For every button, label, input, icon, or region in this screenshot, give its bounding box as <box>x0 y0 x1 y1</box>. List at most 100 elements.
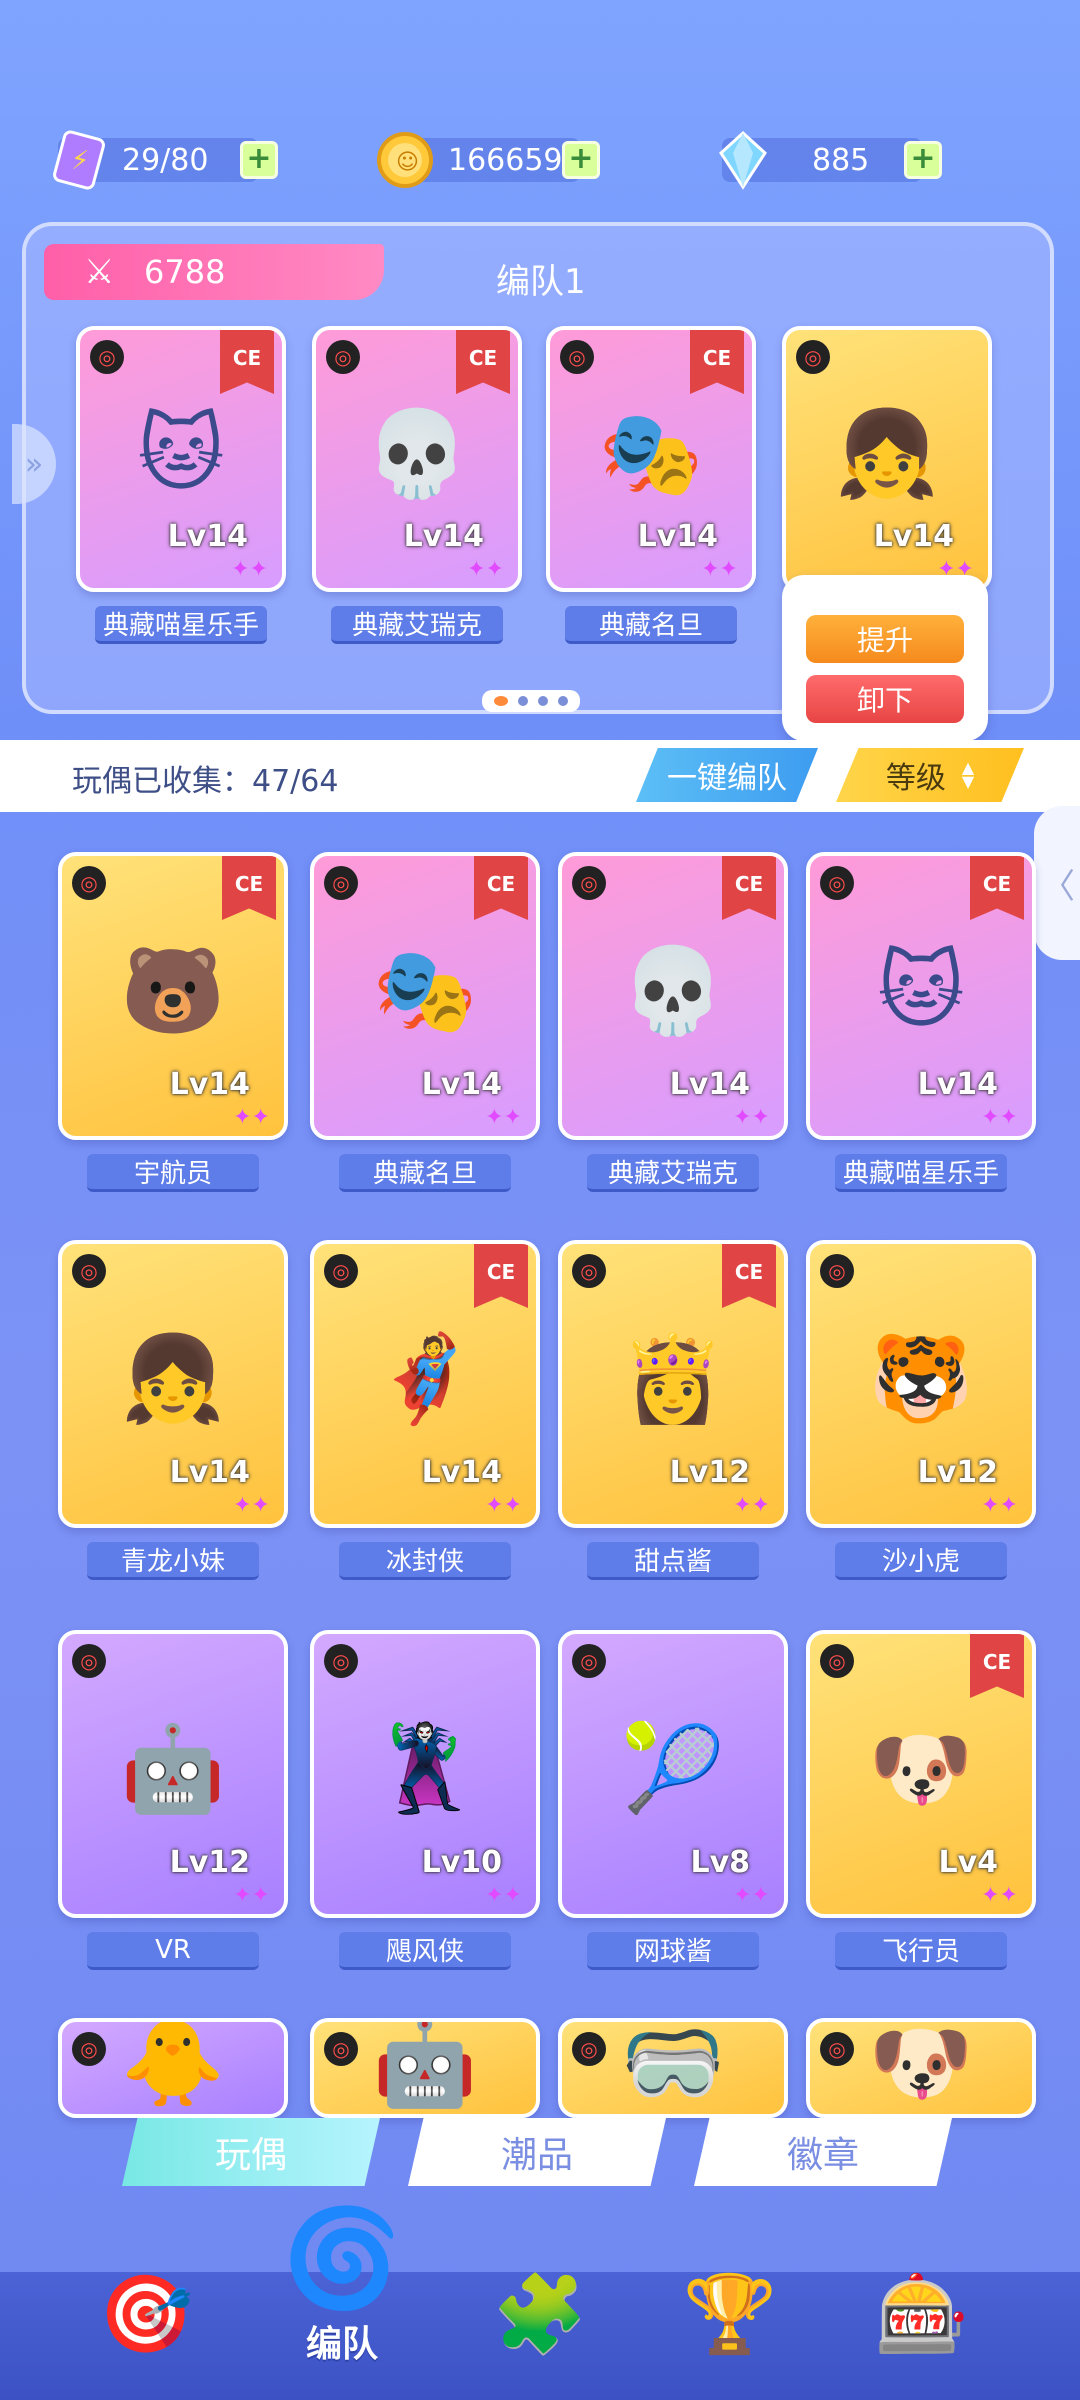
team-title: 编队1 <box>496 262 586 302</box>
trophy-icon[interactable]: 🏆 <box>670 2254 790 2374</box>
doll-name: 宇航员 <box>87 1154 259 1192</box>
doll-name: 青龙小妹 <box>87 1542 259 1580</box>
one-key-team-button[interactable]: 一键编队 <box>636 748 818 802</box>
star-rating-icon: ✦✦ <box>233 1105 270 1130</box>
element-icon: ◎ <box>324 1644 358 1678</box>
doll-level: Lv14 <box>403 519 484 554</box>
doll-card[interactable]: ◎ CE 🎭 Lv14 ✦✦ <box>310 852 540 1140</box>
unload-button[interactable]: 卸下 <box>806 675 964 723</box>
doll-level: Lv12 <box>669 1455 750 1490</box>
coin-pill: ☺ 166659 + <box>377 132 600 188</box>
element-icon: ◎ <box>820 2032 854 2066</box>
svg-text:☺: ☺ <box>396 150 419 175</box>
doll-card[interactable]: ◎ CE 🐶 Lv4 ✦✦ <box>806 1630 1036 1918</box>
team-power-value: 6788 <box>144 253 226 291</box>
nav-team[interactable]: 🌀 编队 <box>236 2202 448 2400</box>
doll-card[interactable]: ◎ 🤖 Lv12 ✦✦ <box>58 1630 288 1918</box>
mystery-icon[interactable]: 🎰 <box>862 2254 982 2374</box>
doll-name: 典藏喵星乐手 <box>835 1154 1007 1192</box>
collection-bar: 玩偶已收集：47/64 一键编队 等级 ▲ ▼ <box>0 740 1080 812</box>
doll-portrait: 🐱 <box>137 404 225 503</box>
ce-badge-icon: CE <box>220 330 274 394</box>
doll-portrait: 🐻 <box>120 940 226 1039</box>
doll-level: Lv14 <box>169 1067 250 1102</box>
star-rating-icon: ✦✦ <box>485 1105 522 1130</box>
doll-portrait: 🥽 <box>620 2018 726 2111</box>
dart-icon[interactable]: 🎯 <box>86 2254 206 2374</box>
doll-card[interactable]: ◎ 👧 Lv14 ✦✦ <box>58 1240 288 1528</box>
upgrade-button[interactable]: 提升 <box>806 615 964 663</box>
add-coin-button[interactable]: + <box>562 141 600 179</box>
doll-portrait: 👧 <box>120 1328 226 1427</box>
ce-badge-icon: CE <box>970 1634 1024 1698</box>
stamina-pill: ⚡ 29/80 + <box>53 130 278 190</box>
doll-card[interactable]: ◎ 🐥 <box>58 2018 288 2118</box>
bottom-nav: 🎯 🌀 编队 🧩 🏆 🎰 <box>0 2202 1080 2400</box>
element-icon: ◎ <box>572 2032 606 2066</box>
doll-card[interactable]: ◎ CE 🐱 Lv14 ✦✦ <box>76 326 286 592</box>
coin-icon: ☺ <box>374 129 436 191</box>
star-rating-icon: ✦✦ <box>485 1493 522 1518</box>
star-rating-icon: ✦✦ <box>981 1493 1018 1518</box>
stamina-resource: ⚡ 29/80 + <box>53 130 278 190</box>
doll-card[interactable]: ◎ 👧 Lv14 ✦✦ <box>782 326 992 592</box>
element-icon: ◎ <box>796 340 830 374</box>
doll-portrait: 🎭 <box>372 940 478 1039</box>
doll-level: Lv14 <box>873 519 954 554</box>
tab-badges[interactable]: 徽章 <box>694 2118 952 2186</box>
doll-card[interactable]: ◎ CE 👸 Lv12 ✦✦ <box>558 1240 788 1528</box>
add-stamina-button[interactable]: + <box>240 141 278 179</box>
add-gem-button[interactable]: + <box>904 141 942 179</box>
doll-name: VR <box>87 1932 259 1970</box>
element-icon: ◎ <box>72 866 106 900</box>
doll-portrait: 💀 <box>364 403 470 502</box>
collapse-right-icon[interactable]: 〈 <box>1034 806 1080 960</box>
coin-resource: ☺ 166659 + <box>377 130 600 190</box>
doll-portrait: 👸 <box>620 1328 726 1427</box>
star-rating-icon: ✦✦ <box>733 1493 770 1518</box>
doll-card[interactable]: ◎ CE 🦸 Lv14 ✦✦ <box>310 1240 540 1528</box>
element-icon: ◎ <box>324 1254 358 1288</box>
star-rating-icon: ✦✦ <box>233 1883 270 1908</box>
team-icon: 🌀 <box>282 2202 402 2314</box>
tab-dolls[interactable]: 玩偶 <box>122 2118 380 2186</box>
element-icon: ◎ <box>560 340 594 374</box>
doll-level: Lv14 <box>421 1067 502 1102</box>
element-icon: ◎ <box>820 1254 854 1288</box>
element-icon: ◎ <box>326 340 360 374</box>
gem-value: 885 <box>812 142 870 178</box>
doll-card[interactable]: ◎ CE 🎭 Lv14 ✦✦ <box>546 326 756 592</box>
ce-badge-icon: CE <box>722 856 776 920</box>
ce-badge-icon: CE <box>456 330 510 394</box>
doll-card[interactable]: ◎ CE 🐱 Lv14 ✦✦ <box>806 852 1036 1140</box>
puzzle-icon[interactable]: 🧩 <box>480 2254 600 2374</box>
element-icon: ◎ <box>820 1644 854 1678</box>
doll-card[interactable]: ◎ 🎾 Lv8 ✦✦ <box>558 1630 788 1918</box>
doll-name: 网球酱 <box>587 1932 759 1970</box>
element-icon: ◎ <box>72 2032 106 2066</box>
ce-badge-icon: CE <box>970 856 1024 920</box>
doll-card[interactable]: ◎ 🤖 <box>310 2018 540 2118</box>
doll-level: Lv12 <box>917 1455 998 1490</box>
expand-left-icon[interactable]: » <box>12 424 56 504</box>
doll-card[interactable]: ◎ CE 💀 Lv14 ✦✦ <box>312 326 522 592</box>
doll-card[interactable]: ◎ CE 💀 Lv14 ✦✦ <box>558 852 788 1140</box>
doll-card[interactable]: ◎ 🦹 Lv10 ✦✦ <box>310 1630 540 1918</box>
tab-trendy[interactable]: 潮品 <box>408 2118 666 2186</box>
doll-card[interactable]: ◎ 🐶 <box>806 2018 1036 2118</box>
element-icon: ◎ <box>324 866 358 900</box>
doll-card[interactable]: ◎ CE 🐻 Lv14 ✦✦ <box>58 852 288 1140</box>
doll-card[interactable]: ◎ 🐯 Lv12 ✦✦ <box>806 1240 1036 1528</box>
doll-portrait: 🐶 <box>868 2018 974 2111</box>
doll-portrait: 👧 <box>834 403 940 502</box>
doll-portrait: 🤖 <box>372 2018 478 2111</box>
doll-card[interactable]: ◎ 🥽 <box>558 2018 788 2118</box>
page-dot <box>518 696 528 706</box>
doll-level: Lv4 <box>938 1845 998 1880</box>
element-icon: ◎ <box>72 1644 106 1678</box>
ce-badge-icon: CE <box>722 1244 776 1308</box>
sort-level-button[interactable]: 等级 ▲ ▼ <box>836 748 1024 802</box>
crossed-swords-icon: ⚔ <box>84 252 115 292</box>
doll-name: 冰封侠 <box>339 1542 511 1580</box>
doll-portrait: 💀 <box>620 940 726 1039</box>
